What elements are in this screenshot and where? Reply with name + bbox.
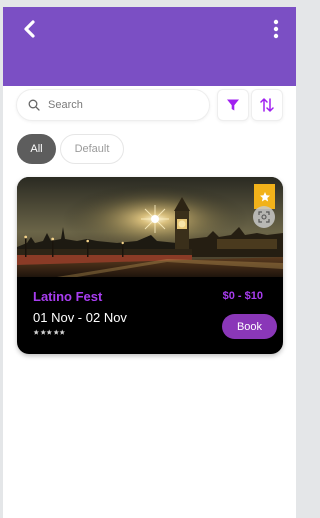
scan-button[interactable] xyxy=(253,206,275,228)
search-row xyxy=(16,89,286,121)
event-image xyxy=(17,177,283,277)
search-input[interactable] xyxy=(48,99,188,111)
more-vertical-icon xyxy=(273,19,279,39)
event-price: $0 - $10 xyxy=(222,290,263,302)
chevron-left-icon xyxy=(24,20,35,38)
event-rating xyxy=(33,329,66,336)
filter-chips: All Default xyxy=(17,134,124,164)
app-bar xyxy=(3,7,296,86)
event-title: Latino Fest xyxy=(33,289,103,304)
back-button[interactable] xyxy=(17,17,41,41)
rating-star-icon xyxy=(59,329,65,335)
sort-button[interactable] xyxy=(251,89,283,121)
search-icon xyxy=(28,99,40,111)
chip-all[interactable]: All xyxy=(17,134,56,164)
more-menu-button[interactable] xyxy=(264,17,288,41)
book-button[interactable]: Book xyxy=(222,314,277,339)
event-dates: 01 Nov - 02 Nov xyxy=(33,310,127,325)
star-icon xyxy=(259,191,270,201)
search-box[interactable] xyxy=(16,89,210,121)
chip-default[interactable]: Default xyxy=(60,134,124,164)
sort-arrows-icon xyxy=(260,98,274,112)
filter-button[interactable] xyxy=(217,89,249,121)
app-screen: All Default xyxy=(3,7,296,518)
scan-icon xyxy=(258,211,270,223)
event-card[interactable]: Latino Fest $0 - $10 01 Nov - 02 Nov Boo… xyxy=(17,177,283,354)
filter-icon xyxy=(227,99,239,111)
